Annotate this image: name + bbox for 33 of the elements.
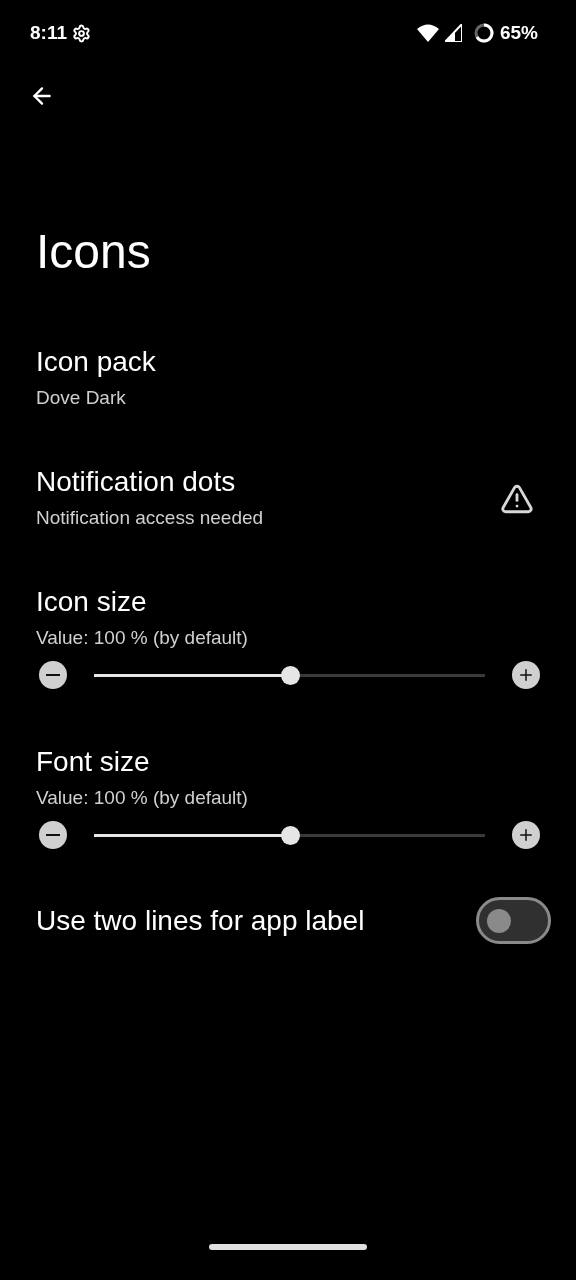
switch-thumb bbox=[487, 908, 511, 933]
setting-summary: Dove Dark bbox=[36, 386, 127, 410]
setting-item[interactable]: Notification dots Notification access needed bbox=[0, 450, 576, 570]
battery-icon bbox=[473, 23, 494, 43]
setting-summary: Value: 100 % (by default) bbox=[36, 786, 249, 810]
setting-title: Notification dots bbox=[36, 465, 237, 499]
clock-time: 8:11 bbox=[30, 20, 67, 45]
settings-icon bbox=[72, 23, 91, 43]
slider-thumb[interactable] bbox=[280, 825, 300, 845]
setting-summary: Value: 100 % (by default) bbox=[36, 626, 249, 650]
increase-button[interactable] bbox=[512, 661, 540, 689]
toggle-switch[interactable] bbox=[476, 897, 551, 944]
minus-icon bbox=[46, 674, 60, 676]
decrease-button[interactable] bbox=[39, 661, 67, 689]
setting-item[interactable]: Icon pack Dove Dark bbox=[0, 330, 576, 450]
slider[interactable] bbox=[94, 665, 485, 685]
setting-title: Icon pack bbox=[36, 345, 156, 379]
decrease-button[interactable] bbox=[39, 821, 67, 849]
battery-percent: 65% bbox=[499, 20, 538, 45]
setting-summary: Notification access needed bbox=[36, 506, 264, 530]
slider[interactable] bbox=[94, 825, 485, 845]
minus-icon bbox=[46, 834, 60, 836]
wifi-icon bbox=[416, 24, 439, 42]
slider-thumb[interactable] bbox=[280, 665, 300, 685]
increase-button[interactable] bbox=[512, 821, 540, 849]
signal-icon bbox=[444, 24, 462, 42]
setting-title: Icon size bbox=[36, 585, 148, 619]
plus-icon bbox=[517, 826, 535, 844]
warning-icon bbox=[500, 482, 534, 516]
setting-title: Use two lines for app label bbox=[36, 903, 365, 938]
setting-title: Font size bbox=[36, 745, 151, 779]
plus-icon bbox=[517, 666, 535, 684]
page-title: Icons bbox=[36, 224, 151, 280]
